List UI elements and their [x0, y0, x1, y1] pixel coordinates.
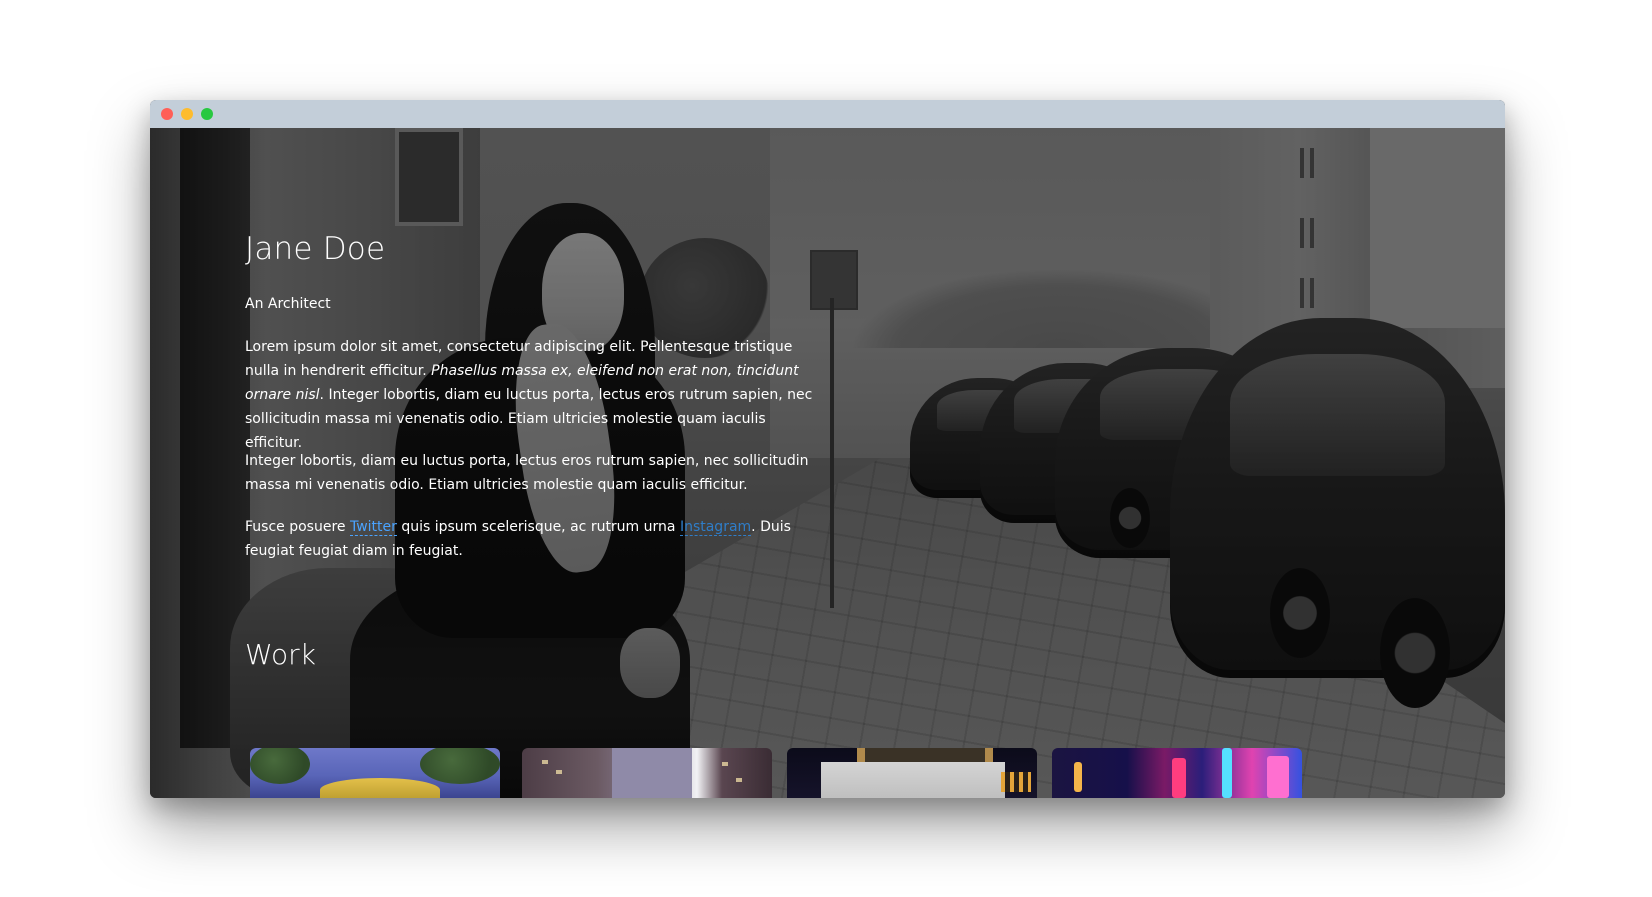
minimize-window-button[interactable] — [181, 108, 193, 120]
browser-window: Jane Doe An Architect Lorem ipsum dolor … — [150, 100, 1505, 798]
window-titlebar — [150, 100, 1505, 128]
instagram-link[interactable]: Instagram — [679, 519, 752, 536]
maximize-window-button[interactable] — [201, 108, 213, 120]
work-thumbnail-4[interactable] — [1052, 748, 1302, 798]
bio-paragraph-3: Fusce posuere Twitter quis ipsum sceleri… — [245, 519, 791, 559]
page-viewport[interactable]: Jane Doe An Architect Lorem ipsum dolor … — [150, 128, 1505, 798]
close-window-button[interactable] — [161, 108, 173, 120]
bio-paragraph-1: Lorem ipsum dolor sit amet, consectetur … — [245, 339, 813, 451]
work-heading: Work — [245, 638, 316, 671]
work-thumbnail-1[interactable] — [250, 748, 500, 798]
work-thumbnail-3[interactable] — [787, 748, 1037, 798]
work-thumbnail-2[interactable] — [522, 748, 772, 798]
profile-name: Jane Doe — [245, 231, 386, 267]
twitter-link[interactable]: Twitter — [349, 519, 397, 536]
page-canvas: Jane Doe An Architect Lorem ipsum dolor … — [0, 0, 1652, 897]
profile-role: An Architect — [245, 296, 331, 312]
bio-paragraph-2: Integer lobortis, diam eu luctus porta, … — [245, 453, 809, 493]
